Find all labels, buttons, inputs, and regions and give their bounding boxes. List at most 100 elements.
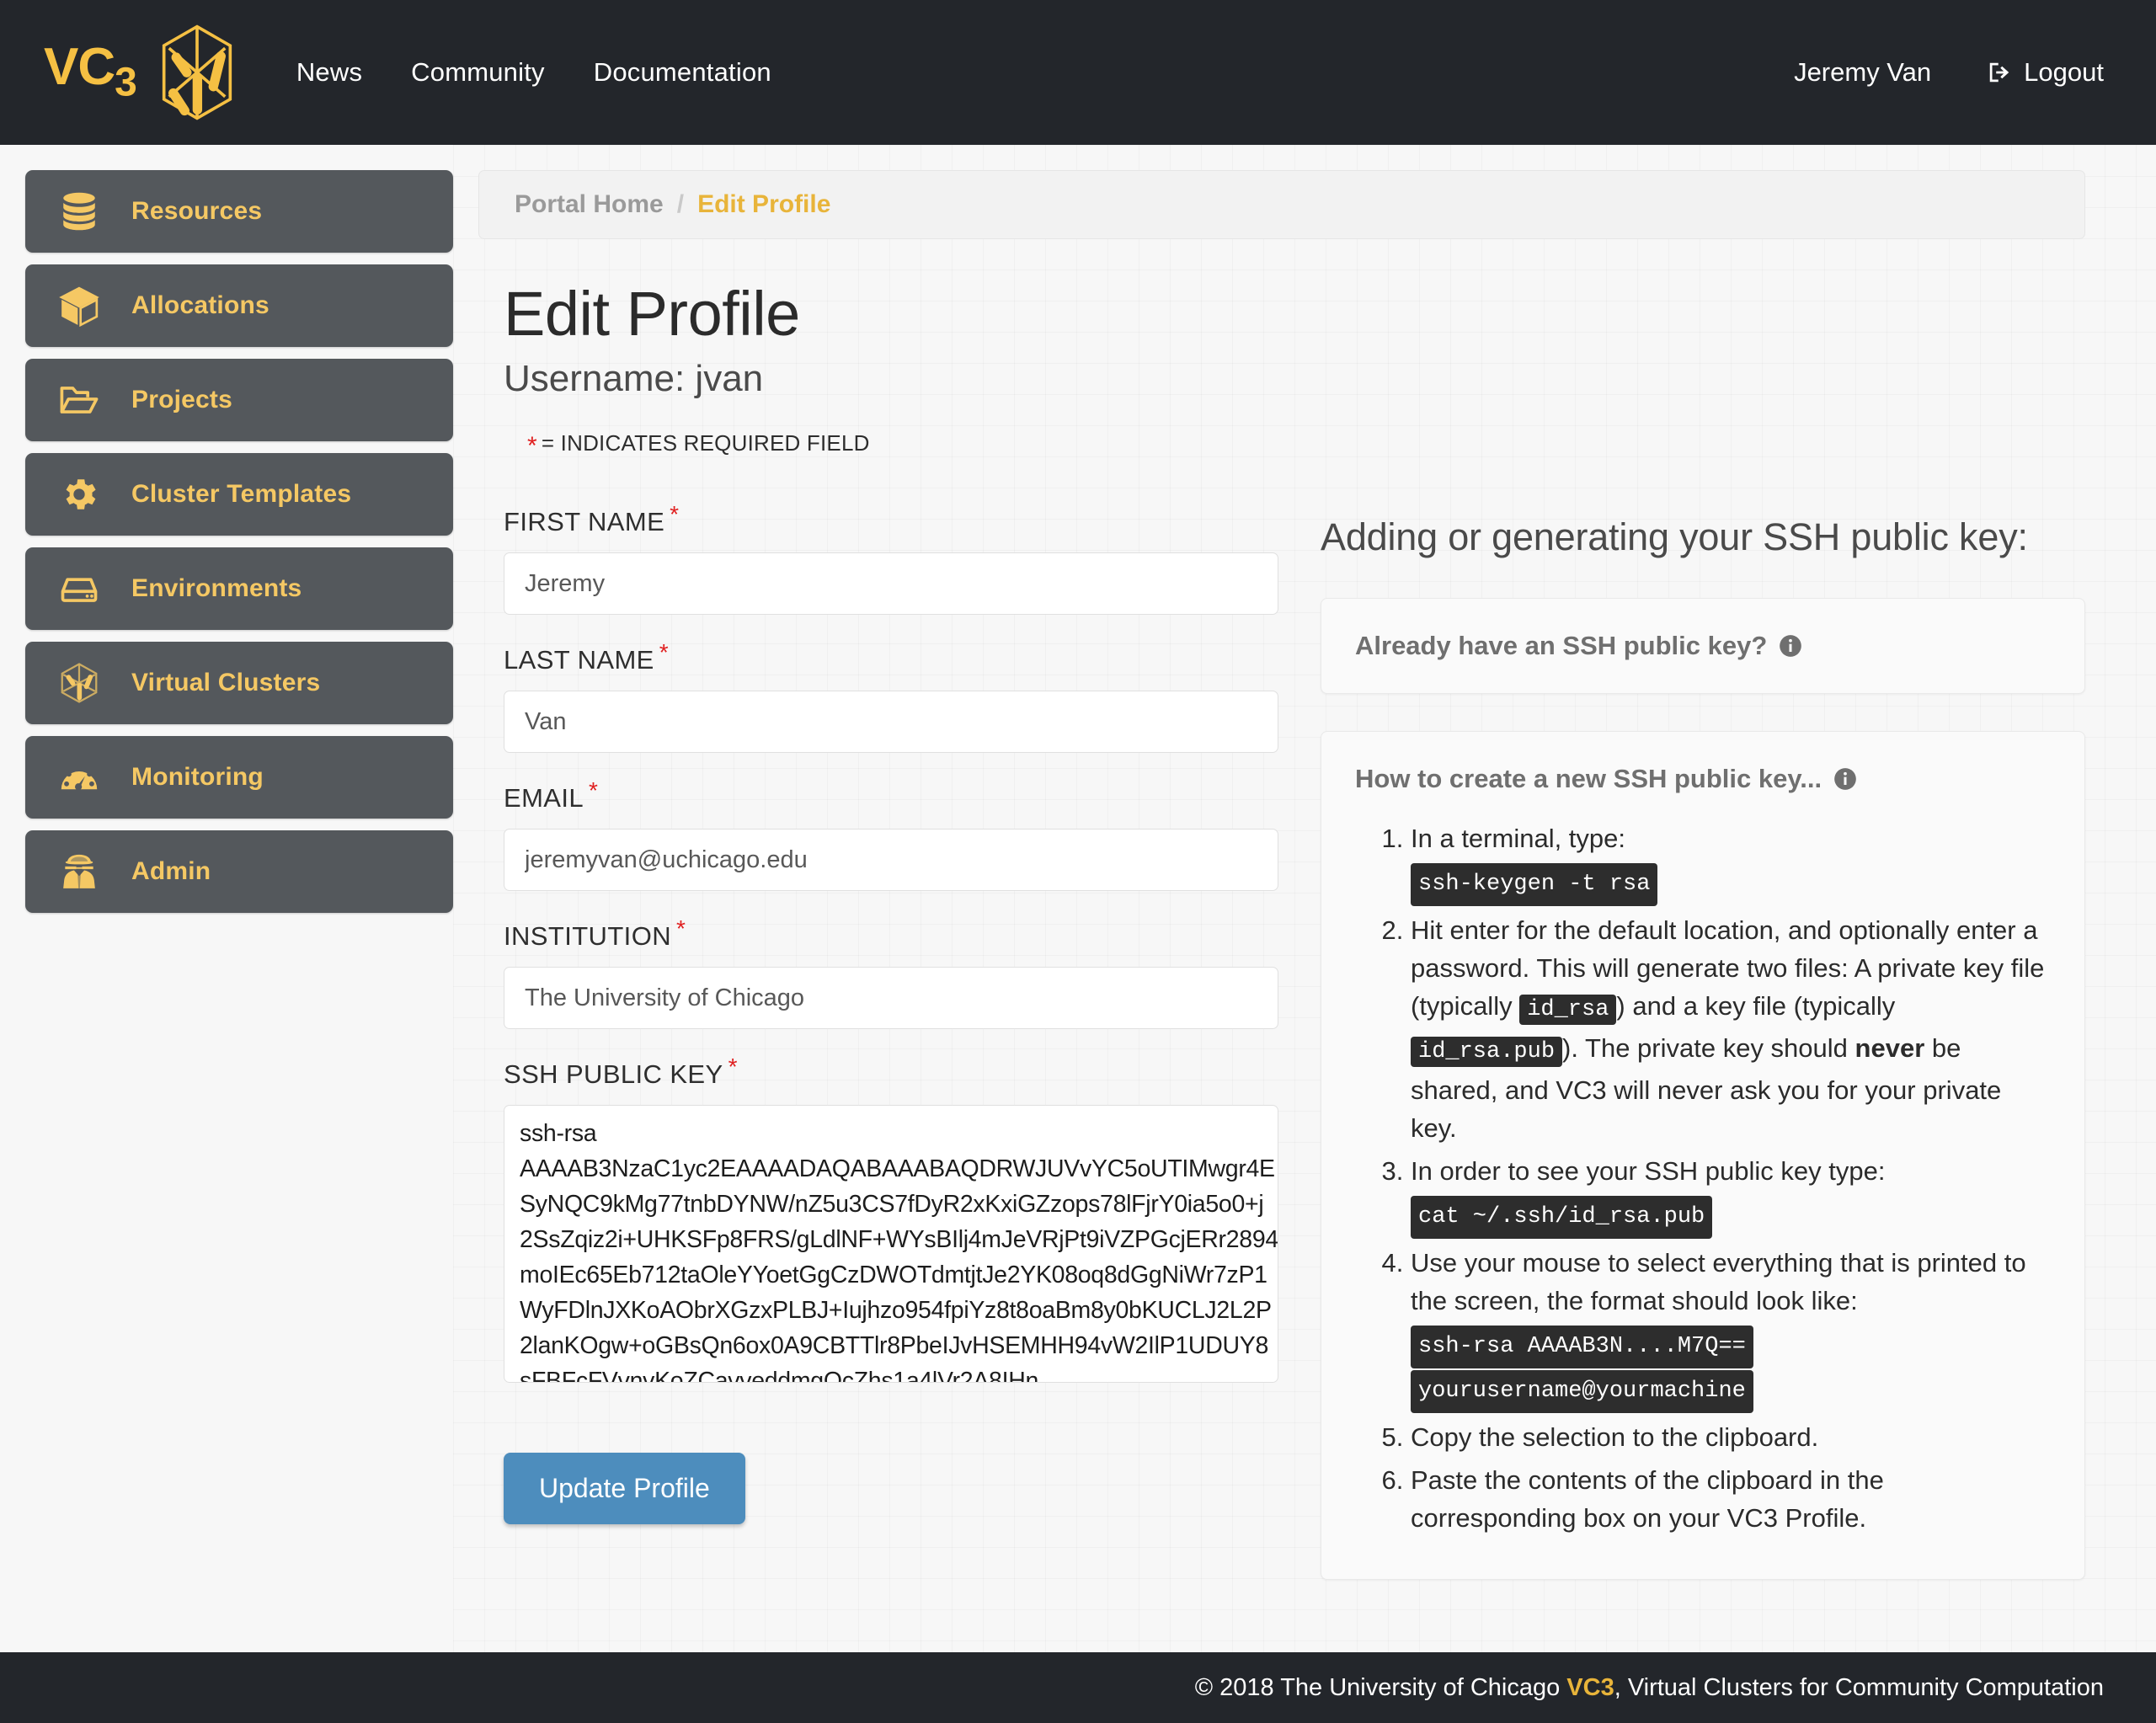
secret-agent-icon (56, 848, 103, 895)
nav-link-community[interactable]: Community (411, 57, 545, 88)
sidebar-item-cluster-templates[interactable]: Cluster Templates (25, 453, 453, 536)
update-profile-button[interactable]: Update Profile (504, 1453, 745, 1524)
required-asterisk: * (676, 915, 686, 942)
ssh-steps-list: In a terminal, type: ssh-keygen -t rsa H… (1355, 819, 2051, 1537)
hard-drive-icon (56, 565, 103, 612)
step-1-command: ssh-keygen -t rsa (1411, 863, 1658, 906)
breadcrumb-portal-home[interactable]: Portal Home (515, 190, 664, 219)
sidebar-item-label: Allocations (131, 291, 270, 319)
sidebar-item-resources[interactable]: Resources (25, 170, 453, 253)
step-5-text: Copy the selection to the clipboard. (1411, 1422, 1819, 1452)
breadcrumb: Portal Home / Edit Profile (478, 170, 2085, 239)
list-item: Use your mouse to select everything that… (1411, 1244, 2051, 1413)
page-title: Edit Profile (504, 279, 800, 349)
sidebar-item-monitoring[interactable]: Monitoring (25, 736, 453, 819)
brand-wordmark: VC3 (44, 38, 137, 105)
brand-logo-group[interactable]: VC3 (44, 23, 236, 122)
sidebar-item-allocations[interactable]: Allocations (25, 264, 453, 347)
breadcrumb-separator: / (676, 190, 685, 218)
step-2-code-id-rsa: id_rsa (1519, 995, 1617, 1025)
list-item: In a terminal, type: ssh-keygen -t rsa (1411, 819, 2051, 906)
institution-input[interactable] (504, 967, 1278, 1029)
sidebar-item-projects[interactable]: Projects (25, 359, 453, 441)
footer-suffix: , Virtual Clusters for Community Computa… (1614, 1673, 2104, 1701)
last-name-label: LAST NAME * (504, 639, 1253, 675)
nav-right-group: Jeremy Van Logout (1794, 57, 2104, 88)
first-name-field-group: FIRST NAME * (504, 501, 1278, 615)
email-field-group: EMAIL * (504, 777, 1278, 891)
step-3-text: In order to see your SSH public key type… (1411, 1156, 1886, 1186)
first-name-input[interactable] (504, 552, 1278, 615)
logout-button[interactable]: Logout (1987, 57, 2104, 88)
nav-link-news[interactable]: News (296, 57, 362, 88)
sidebar-item-label: Resources (131, 197, 263, 225)
required-asterisk: * (670, 501, 680, 527)
required-asterisk: * (589, 777, 599, 803)
vc3-hexagon-logo-icon (158, 23, 236, 122)
institution-field-group: INSTITUTION * (504, 915, 1278, 1029)
gauge-icon (56, 754, 103, 801)
required-asterisk: * (659, 639, 670, 665)
logout-label: Logout (2024, 57, 2104, 87)
step-3-command: cat ~/.ssh/id_rsa.pub (1411, 1196, 1713, 1239)
panel-already-have-key[interactable]: Already have an SSH public key? (1321, 598, 2085, 694)
sidebar-item-environments[interactable]: Environments (25, 547, 453, 630)
panel-already-have-key-header[interactable]: Already have an SSH public key? (1355, 631, 2051, 661)
first-name-label: FIRST NAME * (504, 501, 1253, 537)
panel-create-new-key-header[interactable]: How to create a new SSH public key... (1355, 764, 2051, 794)
list-item: Copy the selection to the clipboard. (1411, 1418, 2051, 1456)
last-name-field-group: LAST NAME * (504, 639, 1278, 753)
nav-links: News Community Documentation (296, 57, 771, 88)
page-footer: © 2018 The University of Chicago VC3, Vi… (0, 1652, 2156, 1723)
content-columns: FIRST NAME* LAST NAME* EMAIL* (478, 501, 2085, 1617)
username-line: Username: jvan (504, 358, 764, 399)
panel-already-have-key-label: Already have an SSH public key? (1355, 631, 1768, 660)
step-4-sample-line1: ssh-rsa AAAAB3N....M7Q== (1411, 1326, 1753, 1368)
required-field-note: * = INDICATES REQUIRED FIELD (527, 430, 870, 460)
main-content: Portal Home / Edit Profile Edit Profile … (453, 145, 2156, 1652)
ssh-help-column: Adding or generating your SSH public key… (1321, 507, 2085, 1617)
info-circle-icon[interactable] (1779, 634, 1802, 658)
last-name-input[interactable] (504, 691, 1278, 753)
ssh-public-key-label-text: SSH PUBLIC KEY (504, 1059, 723, 1089)
gear-icon (56, 471, 103, 518)
sidebar-item-admin[interactable]: Admin (25, 830, 453, 913)
step-4-sample-line2: yourusername@yourmachine (1411, 1370, 1753, 1413)
folder-open-icon (56, 376, 103, 424)
current-user-name: Jeremy Van (1794, 57, 1932, 87)
cube-icon (56, 282, 103, 329)
email-input[interactable] (504, 829, 1278, 891)
top-navbar: VC3 News Community Documentation Jeremy … (0, 0, 2156, 145)
sidebar: Resources Allocations Projects Cluster T… (0, 145, 453, 1652)
info-circle-icon[interactable] (1833, 767, 1857, 791)
sidebar-item-label: Monitoring (131, 763, 264, 791)
panel-create-new-key-label: How to create a new SSH public key... (1355, 764, 1822, 793)
footer-prefix: © 2018 The University of Chicago (1194, 1673, 1567, 1701)
ssh-public-key-label: SSH PUBLIC KEY * (504, 1054, 1253, 1090)
ssh-public-key-textarea[interactable]: ssh-rsa AAAAB3NzaC1yc2EAAAADAQABAAABAQDR… (504, 1105, 1278, 1383)
institution-label: INSTITUTION * (504, 915, 1253, 952)
step-6-text: Paste the contents of the clipboard in t… (1411, 1465, 1884, 1533)
list-item: In order to see your SSH public key type… (1411, 1152, 2051, 1239)
nav-link-documentation[interactable]: Documentation (594, 57, 771, 88)
footer-brand: VC3 (1566, 1673, 1614, 1701)
sidebar-item-label: Projects (131, 386, 232, 413)
first-name-label-text: FIRST NAME (504, 507, 665, 536)
required-note-text: = INDICATES REQUIRED FIELD (541, 430, 870, 456)
footer-copyright: © 2018 The University of Chicago VC3, Vi… (1195, 1674, 2104, 1702)
sidebar-item-label: Virtual Clusters (131, 669, 321, 696)
step-1-text: In a terminal, type: (1411, 824, 1626, 853)
last-name-label-text: LAST NAME (504, 645, 654, 675)
page-body: Resources Allocations Projects Cluster T… (0, 145, 2156, 1652)
list-item: Hit enter for the default location, and … (1411, 911, 2051, 1147)
step-2-code-id-rsa-pub: id_rsa.pub (1411, 1037, 1563, 1067)
step-2-text-c: ). The private key should (1562, 1033, 1855, 1063)
ssh-help-title: Adding or generating your SSH public key… (1321, 515, 2028, 558)
required-asterisk: * (728, 1054, 738, 1080)
panel-create-new-key[interactable]: How to create a new SSH public key... 1.… (1321, 731, 2085, 1580)
sidebar-item-virtual-clusters[interactable]: Virtual Clusters (25, 642, 453, 724)
sidebar-item-label: Environments (131, 574, 302, 602)
step-2-text-b: ) and a key file (typically (1616, 991, 1896, 1021)
profile-form: FIRST NAME* LAST NAME* EMAIL* (478, 501, 1278, 1617)
step-4-text: Use your mouse to select everything that… (1411, 1248, 2026, 1315)
